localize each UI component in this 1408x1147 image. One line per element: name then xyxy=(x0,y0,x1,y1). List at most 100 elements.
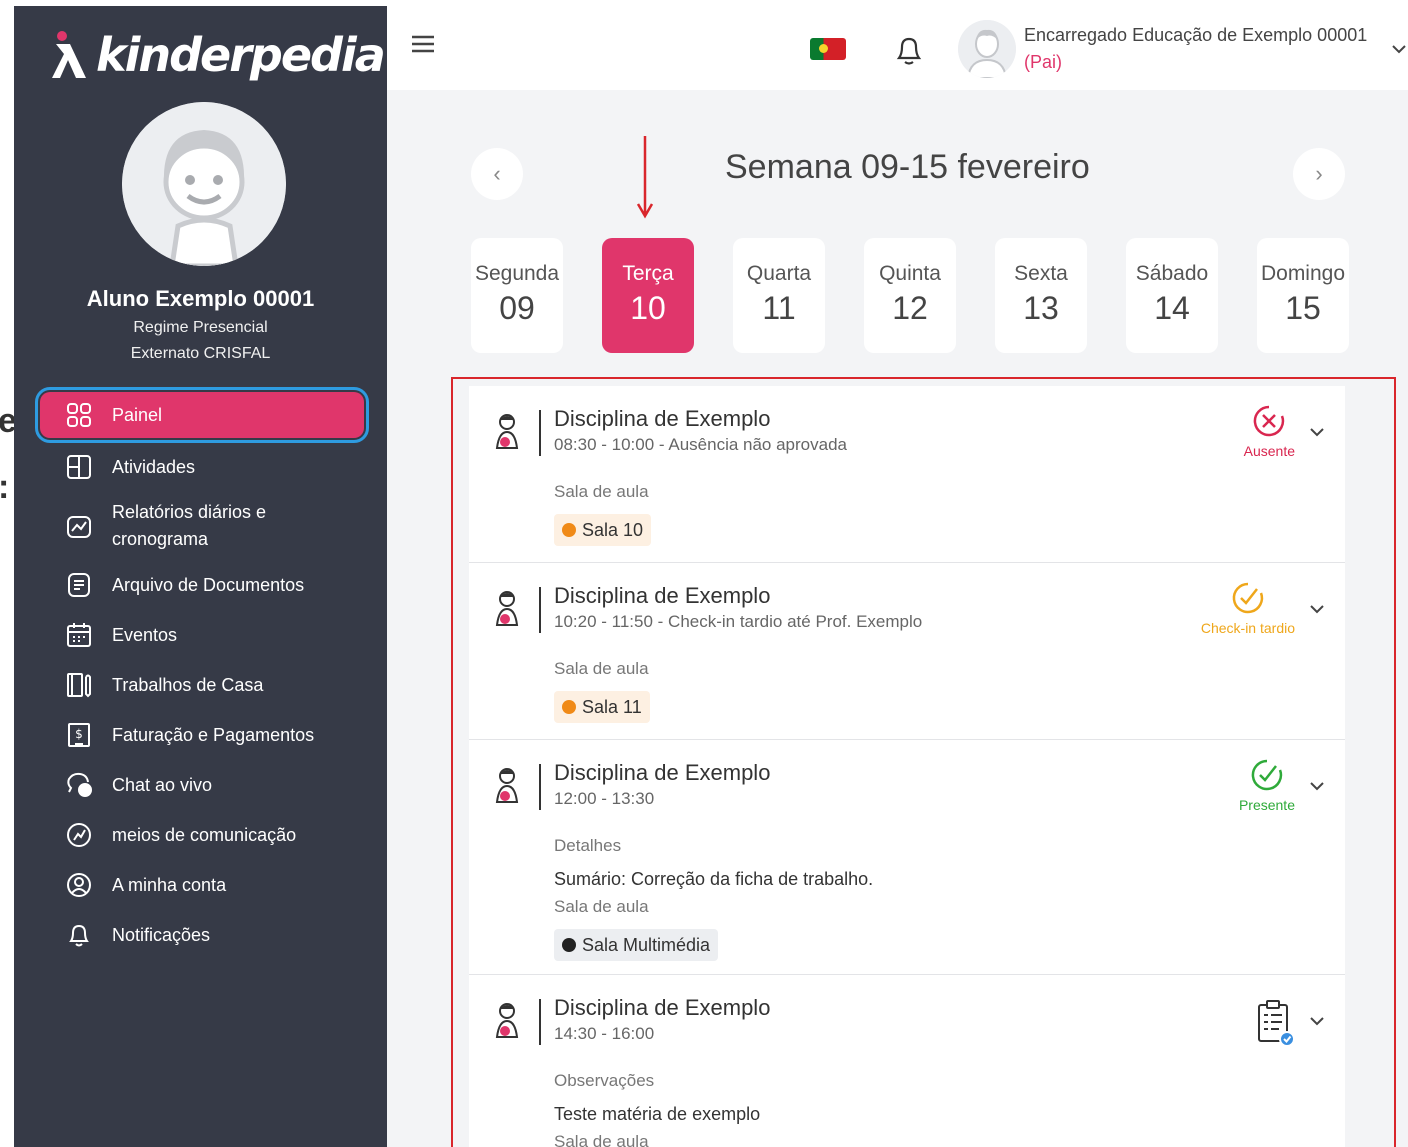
chevron-left-icon: ‹ xyxy=(493,161,501,186)
room-section-label: Sala de aula xyxy=(554,897,649,916)
class-time: 14:30 - 16:00 xyxy=(554,1024,655,1043)
student-kid-icon xyxy=(495,1003,519,1038)
chevron-down-icon[interactable] xyxy=(1309,1015,1325,1027)
day-tab-sabado[interactable]: Sábado 14 xyxy=(1126,238,1218,353)
status-absent: Ausente xyxy=(1244,404,1295,459)
sidebar-item-documentos[interactable]: Arquivo de Documentos xyxy=(40,560,364,610)
sidebar-item-eventos[interactable]: Eventos xyxy=(40,610,364,660)
class-title: Disciplina de Exemplo xyxy=(554,583,771,608)
user-role: (Pai) xyxy=(1024,52,1063,72)
class-title: Disciplina de Exemplo xyxy=(554,760,771,785)
class-card[interactable]: Disciplina de Exemplo 08:30 - 10:00 - Au… xyxy=(469,386,1345,563)
sidebar-item-label: Atividades xyxy=(112,456,196,477)
homework-icon xyxy=(64,670,94,700)
sidebar-item-label: Relatórios diários e cronograma xyxy=(112,499,266,553)
day-name: Sexta xyxy=(1014,262,1068,285)
divider xyxy=(539,587,541,633)
student-school: Externato CRISFAL xyxy=(130,345,271,362)
day-date: 12 xyxy=(892,290,928,326)
chat-icon xyxy=(64,770,94,800)
class-list: Disciplina de Exemplo 08:30 - 10:00 - Au… xyxy=(469,386,1345,1147)
day-tab-quinta[interactable]: Quinta 12 xyxy=(864,238,956,353)
sidebar-item-comunicacao[interactable]: meios de comunicação xyxy=(40,810,364,860)
user-avatar[interactable] xyxy=(958,20,1016,78)
sidebar-item-chat[interactable]: Chat ao vivo xyxy=(40,760,364,810)
previous-week-button[interactable]: ‹ xyxy=(471,148,523,200)
sidebar-item-label: Chat ao vivo xyxy=(112,774,213,795)
day-name: Segunda xyxy=(474,262,560,285)
status-label: Presente xyxy=(1238,797,1295,813)
status-present: Presente xyxy=(1239,758,1295,813)
class-card[interactable]: Disciplina de Exemplo 12:00 - 13:30 Deta… xyxy=(469,740,1345,975)
day-name: Terça xyxy=(622,262,674,285)
kinderpedia-logo-icon xyxy=(52,31,86,78)
sidebar-item-label: Faturação e Pagamentos xyxy=(112,724,315,745)
activities-icon xyxy=(64,452,94,482)
notifications-bell-icon[interactable] xyxy=(894,34,924,71)
account-icon xyxy=(64,870,94,900)
day-date: 10 xyxy=(630,290,666,326)
student-avatar[interactable] xyxy=(122,102,286,266)
chevron-down-icon[interactable] xyxy=(1309,780,1325,792)
day-tab-sexta[interactable]: Sexta 13 xyxy=(995,238,1087,353)
class-notes: Teste matéria de exemplo xyxy=(554,1104,761,1124)
day-selector: Segunda 09 Terça 10 Quarta 11 Quinta 12 Sext… xyxy=(471,238,1349,353)
status-evaluation xyxy=(1255,999,1295,1050)
invoice-icon: $ xyxy=(64,720,94,750)
hamburger-menu-icon[interactable] xyxy=(411,34,435,59)
details-section-label: Detalhes xyxy=(554,836,622,855)
day-date: 13 xyxy=(1023,290,1059,326)
chevron-down-icon[interactable] xyxy=(1309,426,1325,438)
notes-section-label: Observações xyxy=(554,1071,655,1090)
sidebar: kinderpedia Aluno Exemplo 00001 Regime P… xyxy=(14,6,387,1147)
annotation-arrow-icon xyxy=(635,134,655,225)
child-avatar-icon xyxy=(122,102,286,266)
chevron-down-icon[interactable] xyxy=(1391,42,1407,60)
sidebar-item-painel[interactable]: Painel xyxy=(35,387,369,443)
class-time: 12:00 - 13:30 xyxy=(554,789,655,808)
sidebar-item-conta[interactable]: A minha conta xyxy=(40,860,364,910)
sidebar-item-notificacoes[interactable]: Notificações xyxy=(40,910,364,960)
day-date: 09 xyxy=(499,290,535,326)
sidebar-item-label: Eventos xyxy=(112,624,178,645)
label-line: cronograma xyxy=(112,529,209,549)
day-tab-quarta[interactable]: Quarta 11 xyxy=(733,238,825,353)
sidebar-item-label: Notificações xyxy=(112,924,211,945)
sidebar-item-label: Painel xyxy=(112,404,163,425)
day-tab-segunda[interactable]: Segunda 09 xyxy=(471,238,563,353)
label-line: Relatórios diários e xyxy=(112,502,267,522)
sidebar-nav: Painel Atividades Relatórios diários e cr… xyxy=(35,386,369,960)
class-time: 10:20 - 11:50 - Check-in tardio até Prof… xyxy=(554,612,923,631)
sidebar-item-atividades[interactable]: Atividades xyxy=(40,442,364,492)
clipboard-check-icon xyxy=(1258,1000,1295,1047)
sidebar-item-faturacao[interactable]: $ Faturação e Pagamentos xyxy=(40,710,364,760)
portugal-flag-icon[interactable] xyxy=(810,38,846,60)
logo[interactable]: kinderpedia xyxy=(52,28,386,82)
class-title: Disciplina de Exemplo xyxy=(554,995,771,1020)
chevron-down-icon[interactable] xyxy=(1309,603,1325,615)
main-content: ‹ Semana 09-15 fevereiro › Segunda 09 Ter… xyxy=(387,90,1408,1147)
sidebar-item-relatorios[interactable]: Relatórios diários e cronograma xyxy=(40,492,364,560)
room-section-label: Sala de aula xyxy=(554,482,649,501)
status-label: Ausente xyxy=(1243,443,1295,459)
student-kid-icon xyxy=(495,768,519,803)
class-card[interactable]: Disciplina de Exemplo 14:30 - 16:00 Obse… xyxy=(469,975,1345,1147)
divider xyxy=(539,410,541,456)
day-tab-terca[interactable]: Terça 10 xyxy=(602,238,694,353)
next-week-button[interactable]: › xyxy=(1293,148,1345,200)
top-header: Encarregado Educação de Exemplo 00001 (P… xyxy=(387,6,1408,90)
status-late-checkin: Check-in tardio xyxy=(1201,581,1295,636)
week-title: Semana 09-15 fevereiro xyxy=(725,148,1090,186)
bell-icon xyxy=(64,920,94,950)
day-tab-domingo[interactable]: Domingo 15 xyxy=(1257,238,1349,353)
late-check-icon xyxy=(1232,582,1264,614)
sidebar-item-trabalhos[interactable]: Trabalhos de Casa xyxy=(40,660,364,710)
class-details: Sumário: Correção da ficha de trabalho. xyxy=(554,869,874,889)
dashboard-icon xyxy=(64,400,94,430)
day-name: Quinta xyxy=(879,262,941,285)
class-card[interactable]: Disciplina de Exemplo 10:20 - 11:50 - Ch… xyxy=(469,563,1345,740)
calendar-icon xyxy=(64,620,94,650)
user-name[interactable]: Encarregado Educação de Exemplo 00001 xyxy=(1024,25,1367,46)
student-regime: Regime Presencial xyxy=(133,319,268,336)
room-section-label: Sala de aula xyxy=(554,1132,649,1147)
